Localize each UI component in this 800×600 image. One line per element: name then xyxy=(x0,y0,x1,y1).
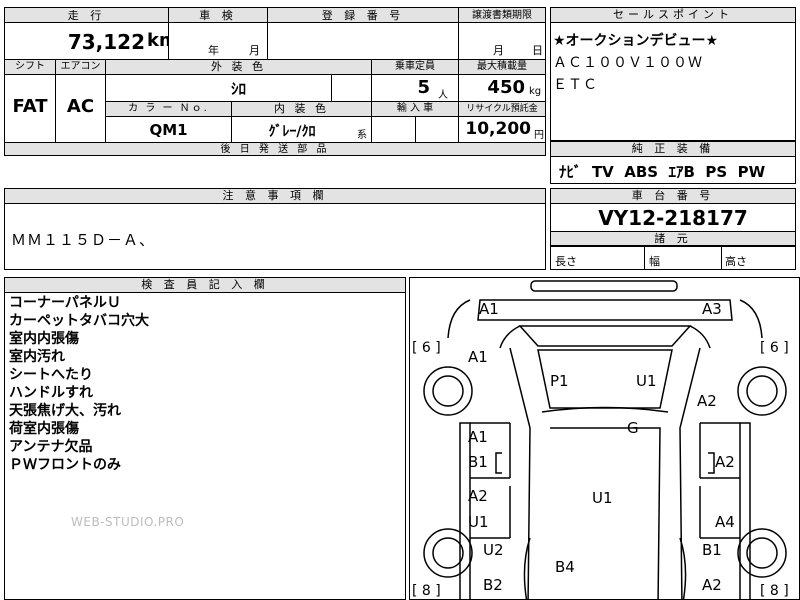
shift-value: FAT xyxy=(12,96,48,117)
mileage-unit: km xyxy=(147,30,169,51)
max-load-header: 最大積載量 xyxy=(477,61,527,72)
recycle-deposit-header: リサイクル預託金 xyxy=(466,104,538,114)
exterior-color-header: 外 装 色 xyxy=(211,60,266,73)
sales-point-line: ＡＣ１００Ｖ１００Ｗ xyxy=(553,55,703,71)
damage-mark-left-rear-door-u: U1 xyxy=(468,513,489,531)
color-no-value: QM1 xyxy=(149,121,188,139)
chassis-number-value: VY12-218177 xyxy=(598,206,748,230)
inspector-notes-list: コーナーパネルＵ カーペットタバコ穴大 室内内張傷 室内汚れ シートへたり ハン… xyxy=(9,294,149,474)
sales-point-line: ＥＴＣ xyxy=(553,77,598,93)
color-no-header: カ ラ ー Ｎｏ. xyxy=(128,103,209,114)
spec-table: シフト エアコン 外 装 色 乗車定員 最大積載量 FAT AC ｼﾛ 5 人 … xyxy=(4,59,546,156)
inspector-notes-header: 検 査 員 記 入 欄 xyxy=(5,278,405,293)
inspector-note: 荷室内張傷 xyxy=(9,421,79,437)
standard-equipment-header: 純 正 装 備 xyxy=(551,142,795,157)
capacity-unit: 人 xyxy=(438,90,448,101)
notes-panel: 注 意 事 項 欄 ＭＭ１１５Ｄ－Ａ、 xyxy=(4,188,546,270)
sales-points-header: セールスポイント xyxy=(551,8,795,23)
chassis-number-header: 車 台 番 号 xyxy=(551,189,795,204)
max-load-unit: kg xyxy=(529,86,542,97)
inspector-note: 室内内張傷 xyxy=(9,331,79,347)
tire-tread-front-right: [ 6 ] xyxy=(760,340,789,356)
damage-mark-front-right-corner: A3 xyxy=(702,300,722,318)
inspector-note: アンテナ欠品 xyxy=(9,439,93,455)
damage-mark-left-rear-door-a: A2 xyxy=(468,487,488,505)
inspector-note: カーペットタバコ穴大 xyxy=(9,313,149,329)
tire-tread-rear-right: [ 8 ] xyxy=(760,583,789,599)
watermark: WEB-STUDIO.PRO xyxy=(71,515,185,529)
recycle-deposit-value: 10,200 xyxy=(465,119,531,139)
standard-equipment-value: ﾅﾋﾞ TV ABS ｴｱB PS PW xyxy=(559,163,766,181)
tire-tread-front-left: [ 6 ] xyxy=(412,340,441,356)
specs-header: 諸 元 xyxy=(551,232,795,246)
aircon-value: AC xyxy=(66,96,95,117)
damage-mark-right-front-door: A2 xyxy=(715,453,735,471)
damage-mark-right-front-fender: A2 xyxy=(697,392,717,410)
interior-color-suffix: 系 xyxy=(357,130,367,141)
tire-tread-rear-left: [ 8 ] xyxy=(412,583,441,599)
inspector-notes-panel: 検 査 員 記 入 欄 コーナーパネルＵ カーペットタバコ穴大 室内内張傷 室内… xyxy=(4,277,406,600)
capacity-value: 5 xyxy=(417,77,430,98)
damage-mark-rear-center: B4 xyxy=(555,558,575,576)
damage-mark-right-rear-fender: B1 xyxy=(702,541,722,559)
width-label: 幅 xyxy=(649,255,660,268)
damage-mark-front-left-corner: A1 xyxy=(479,300,499,318)
mileage-value: 73,122 xyxy=(67,30,145,54)
inspector-note: 天張焦げ大、汚れ xyxy=(9,403,121,419)
damage-mark-roof-center: U1 xyxy=(592,489,613,507)
sales-point-line: ★オークションデビュー★ xyxy=(553,33,719,49)
inspector-note: ＰＷフロントのみ xyxy=(9,457,121,473)
damage-mark-left-rear-corner: B2 xyxy=(483,576,503,594)
chassis-panel: 車 台 番 号 VY12-218177 諸 元 長さ 幅 高さ xyxy=(550,188,796,270)
interior-color-header: 内 装 色 xyxy=(274,102,329,115)
damage-mark-glass: G xyxy=(627,419,639,437)
car-damage-diagram: A1 A3 A1 P1 U1 A2 G A1 B1 A2 U1 A2 U1 A4… xyxy=(409,277,800,600)
length-label: 長さ xyxy=(555,255,577,268)
top-info-table: 走 行 車 検 登 録 番 号 譲渡書類期限 73,122 km 年 月 月 日 xyxy=(4,7,546,60)
later-parts-header: 後 日 発 送 部 品 xyxy=(220,144,330,155)
transfer-month-label: 月 xyxy=(493,44,504,57)
inspector-note: ハンドルすれ xyxy=(9,385,93,401)
damage-mark-left-rear-fender: U2 xyxy=(483,541,504,559)
mileage-header: 走 行 xyxy=(67,9,106,22)
damage-mark-left-front-door-a: A1 xyxy=(468,428,488,446)
inspector-note: シートへたり xyxy=(9,367,93,383)
inspection-month-label: 月 xyxy=(249,44,260,57)
height-label: 高さ xyxy=(725,255,747,268)
max-load-value: 450 xyxy=(487,77,525,98)
notes-value: ＭＭ１１５Ｄ－Ａ、 xyxy=(11,231,156,249)
interior-color-value: ｸﾞﾚｰ/ｸﾛ xyxy=(268,124,316,140)
shift-header: シフト xyxy=(15,61,45,72)
damage-mark-left-front-door-b: B1 xyxy=(468,453,488,471)
recycle-deposit-unit: 円 xyxy=(534,130,544,141)
damage-mark-roof-front: U1 xyxy=(636,372,657,390)
aircon-header: エアコン xyxy=(60,61,101,72)
damage-mark-windshield: P1 xyxy=(550,372,569,390)
registration-header: 登 録 番 号 xyxy=(321,9,405,22)
transfer-deadline-header: 譲渡書類期限 xyxy=(472,10,532,21)
damage-mark-right-rear-corner: A2 xyxy=(702,576,722,594)
inspector-note: 室内汚れ xyxy=(9,349,65,365)
inspector-note: コーナーパネルＵ xyxy=(9,295,121,311)
damage-mark-left-front-fender: A1 xyxy=(468,348,488,366)
import-car-header: 輸 入 車 xyxy=(396,103,434,114)
standard-equipment-panel: 純 正 装 備 ﾅﾋﾞ TV ABS ｴｱB PS PW xyxy=(550,141,796,184)
sales-points-panel: セールスポイント ★オークションデビュー★ ＡＣ１００Ｖ１００Ｗ ＥＴＣ xyxy=(550,7,796,141)
inspection-header: 車 検 xyxy=(199,9,237,22)
transfer-day-label: 日 xyxy=(532,44,543,57)
inspection-year-label: 年 xyxy=(208,44,219,57)
notes-header: 注 意 事 項 欄 xyxy=(5,189,545,204)
capacity-header: 乗車定員 xyxy=(395,61,435,72)
exterior-color-value: ｼﾛ xyxy=(230,80,246,98)
damage-mark-right-rear-door: A4 xyxy=(715,513,735,531)
